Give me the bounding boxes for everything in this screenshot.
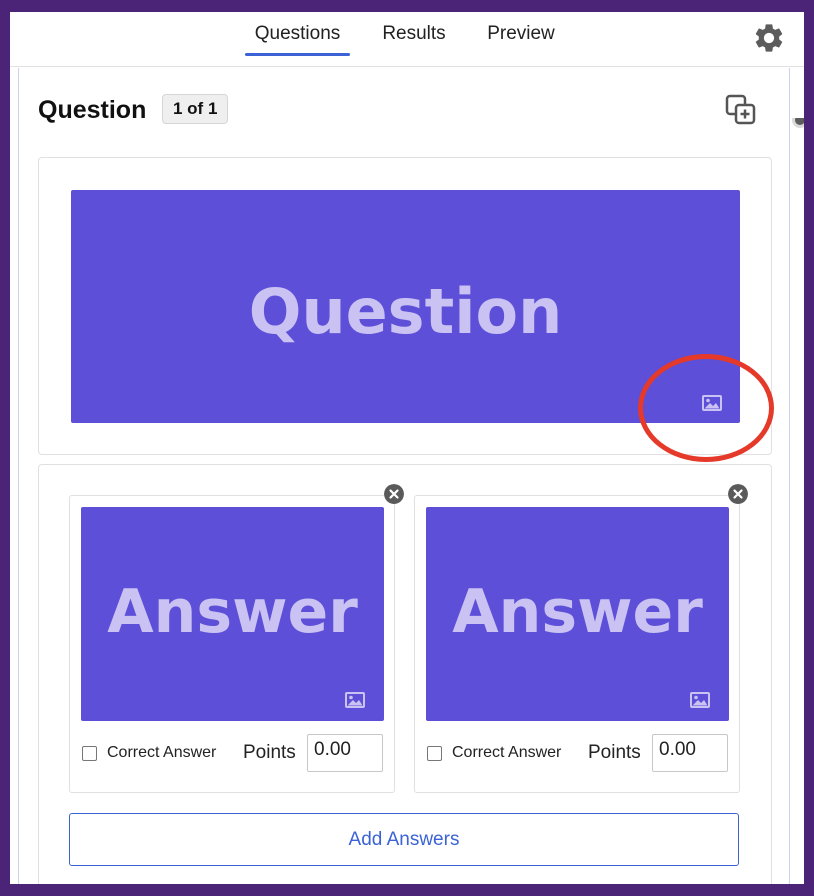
scroll-handle[interactable]	[791, 118, 804, 132]
app-window: Questions Results Preview Question 1 of …	[10, 12, 804, 884]
question-banner-text: Question	[248, 275, 563, 348]
highlight-circle	[638, 354, 774, 462]
remove-answer-icon[interactable]	[728, 484, 748, 504]
tab-preview[interactable]: Preview	[484, 22, 558, 56]
answers-card: Answer Correct Answer Points 0.00 Answer	[38, 464, 772, 884]
points-label: Points	[588, 742, 641, 763]
answer-text-area[interactable]: Answer	[426, 507, 729, 721]
correct-answer-label: Correct Answer	[452, 744, 562, 761]
correct-answer-label: Correct Answer	[107, 744, 217, 761]
question-counter-badge: 1 of 1	[162, 94, 229, 124]
points-input[interactable]: 0.00	[307, 734, 383, 772]
question-text-area[interactable]: Question	[71, 190, 740, 423]
correct-answer-checkbox[interactable]	[427, 746, 442, 761]
copy-add-icon[interactable]	[724, 94, 758, 126]
answer-banner-text: Answer	[452, 577, 703, 647]
image-icon[interactable]	[345, 692, 365, 708]
answer-card: Answer Correct Answer Points 0.00	[69, 495, 395, 793]
correct-answer-checkbox[interactable]	[82, 746, 97, 761]
answer-card: Answer Correct Answer Points 0.00	[414, 495, 740, 793]
question-heading: Question	[38, 96, 147, 124]
top-nav: Questions Results Preview	[10, 12, 804, 67]
tab-results[interactable]: Results	[380, 22, 448, 56]
points-label: Points	[243, 742, 296, 763]
tab-questions[interactable]: Questions	[245, 22, 350, 56]
remove-answer-icon[interactable]	[384, 484, 404, 504]
correct-answer-row: Correct Answer Points 0.00	[81, 734, 391, 774]
points-input[interactable]: 0.00	[652, 734, 728, 772]
correct-answer-row: Correct Answer Points 0.00	[426, 734, 736, 774]
answer-text-area[interactable]: Answer	[81, 507, 384, 721]
image-icon[interactable]	[690, 692, 710, 708]
answer-banner-text: Answer	[107, 577, 358, 647]
add-answers-button[interactable]: Add Answers	[69, 813, 739, 866]
gear-icon[interactable]	[752, 21, 786, 55]
